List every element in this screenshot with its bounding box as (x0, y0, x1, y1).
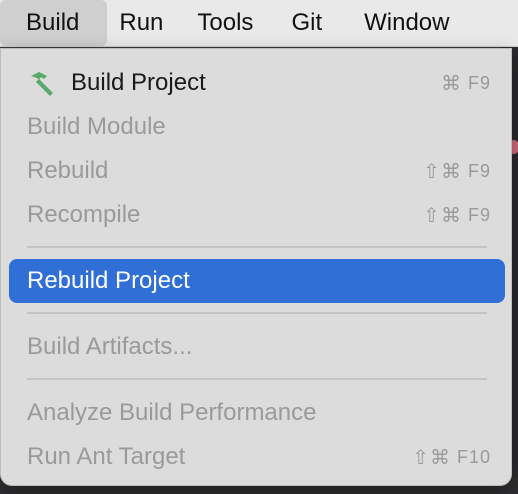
shortcut-key: F9 (467, 160, 491, 181)
menubar-build[interactable]: Build (0, 0, 108, 46)
shortcut-modifier: ⇧⌘ (412, 446, 451, 469)
menu-bar: Build Run Tools Git Window (0, 0, 518, 47)
menu-item-label: Build Module (27, 113, 166, 140)
shortcut-key: F9 (467, 72, 491, 93)
shortcut-modifier: ⌘ (440, 72, 462, 95)
shortcut-modifier: ⇧⌘ (423, 160, 462, 183)
menu-item-rebuild[interactable]: Rebuild ⇧⌘ F9 (9, 149, 505, 193)
menu-item-label: Analyze Build Performance (27, 399, 317, 426)
menu-item-label: Rebuild (27, 157, 109, 184)
shortcut-run-ant-target: ⇧⌘ F10 (412, 445, 491, 470)
shortcut-rebuild: ⇧⌘ F9 (423, 159, 491, 184)
menu-item-build-module[interactable]: Build Module (9, 105, 505, 149)
menu-item-run-ant-target[interactable]: Run Ant Target ⇧⌘ F10 (9, 435, 505, 479)
hammer-icon (31, 72, 53, 96)
menu-item-build-artifacts[interactable]: Build Artifacts... (9, 325, 505, 369)
shortcut-build-project: ⌘ F9 (441, 71, 491, 96)
menu-item-recompile[interactable]: Recompile ⇧⌘ F9 (9, 193, 505, 237)
menu-item-label: Build Artifacts... (27, 333, 193, 360)
menu-separator (27, 378, 487, 380)
menu-separator (27, 312, 487, 314)
shortcut-key: F9 (467, 204, 491, 225)
menu-item-rebuild-project[interactable]: Rebuild Project (9, 259, 505, 303)
menu-separator (27, 246, 487, 248)
menu-item-label: Build Project (71, 69, 206, 96)
shortcut-modifier: ⇧⌘ (423, 204, 462, 227)
menubar-run[interactable]: Run (107, 0, 185, 46)
menu-item-build-project[interactable]: Build Project ⌘ F9 (9, 61, 505, 105)
menu-item-label: Recompile (27, 201, 141, 228)
menubar-tools[interactable]: Tools (185, 0, 273, 46)
build-menu-dropdown: Build Project ⌘ F9 Build Module Rebuild … (0, 48, 512, 486)
menubar-window[interactable]: Window (346, 0, 467, 46)
menubar-git[interactable]: Git (273, 0, 346, 46)
menu-item-analyze-build-performance[interactable]: Analyze Build Performance (9, 391, 505, 435)
menu-item-label: Run Ant Target (27, 443, 186, 470)
shortcut-recompile: ⇧⌘ F9 (423, 203, 491, 228)
shortcut-key: F10 (456, 446, 491, 467)
menu-item-label: Rebuild Project (27, 267, 190, 294)
